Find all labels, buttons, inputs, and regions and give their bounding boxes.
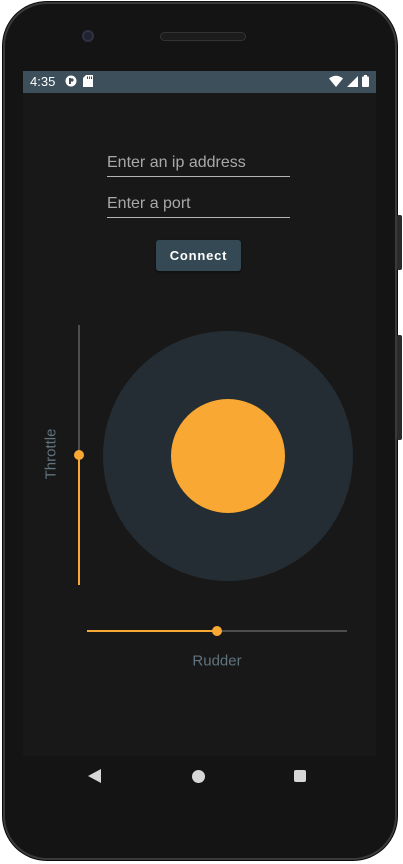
back-icon[interactable] [88,769,101,783]
rudder-slider-active[interactable] [87,630,217,632]
earpiece-speaker [160,32,246,41]
wifi-icon [329,75,343,87]
status-bar: 4:35 [23,71,376,93]
port-field[interactable] [107,191,290,218]
throttle-slider-active[interactable] [78,455,80,585]
port-input[interactable] [107,191,290,217]
ip-address-input[interactable] [107,150,290,176]
rudder-label: Rudder [192,652,242,670]
navigation-bar [23,756,376,798]
front-camera [82,30,94,42]
ip-address-field[interactable] [107,150,290,177]
home-icon[interactable] [192,770,205,783]
joystick-knob[interactable] [171,399,285,513]
cell-signal-icon [347,75,358,87]
power-button [397,215,402,270]
screen: 4:35 Enter an ip address Enter a port Co… [23,71,376,756]
throttle-slider-thumb[interactable] [74,450,84,460]
battery-icon [362,75,369,87]
status-time: 4:35 [30,74,56,89]
app-notification-icon [65,75,77,87]
throttle-label: Throttle [42,428,60,480]
connect-button[interactable]: Connect [156,240,241,271]
recents-icon[interactable] [294,770,306,782]
rudder-slider-thumb[interactable] [212,626,222,636]
volume-button [397,335,402,440]
sd-card-icon [83,75,93,87]
